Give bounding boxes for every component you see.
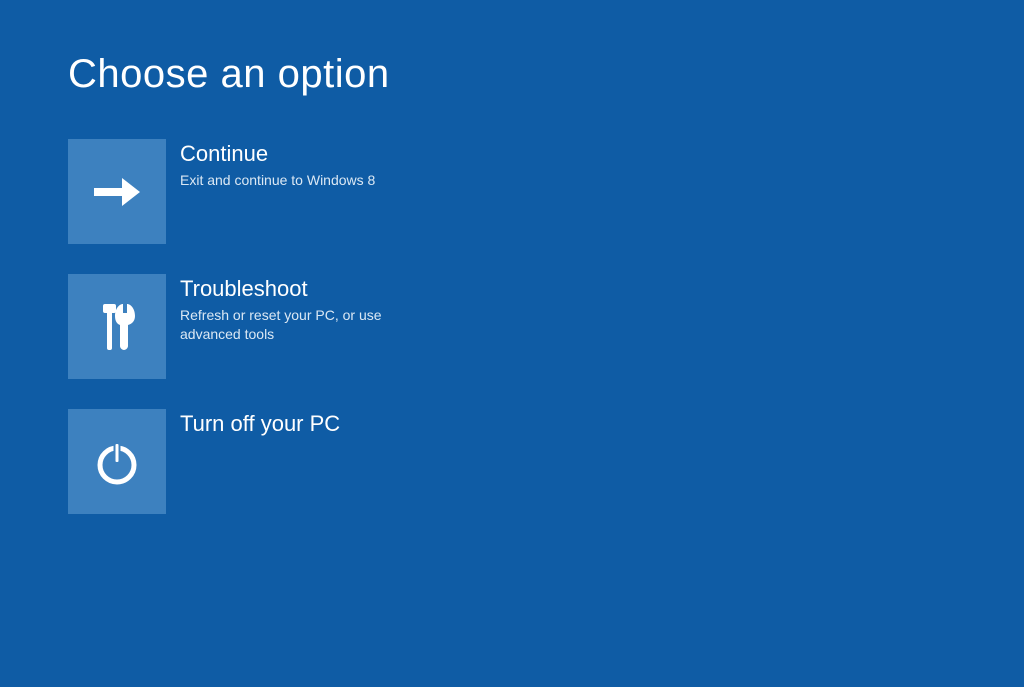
page-title: Choose an option xyxy=(0,0,1024,97)
troubleshoot-option[interactable]: Troubleshoot Refresh or reset your PC, o… xyxy=(68,274,463,379)
arrow-right-icon xyxy=(68,139,166,244)
turn-off-text: Turn off your PC xyxy=(166,409,340,441)
continue-title: Continue xyxy=(180,141,375,167)
continue-description: Exit and continue to Windows 8 xyxy=(180,171,375,190)
options-list: Continue Exit and continue to Windows 8 … xyxy=(0,97,1024,514)
power-icon xyxy=(68,409,166,514)
troubleshoot-title: Troubleshoot xyxy=(180,276,400,302)
continue-option[interactable]: Continue Exit and continue to Windows 8 xyxy=(68,139,463,244)
turn-off-option[interactable]: Turn off your PC xyxy=(68,409,463,514)
turn-off-title: Turn off your PC xyxy=(180,411,340,437)
tools-icon xyxy=(68,274,166,379)
troubleshoot-description: Refresh or reset your PC, or use advance… xyxy=(180,306,400,344)
troubleshoot-text: Troubleshoot Refresh or reset your PC, o… xyxy=(166,274,400,344)
continue-text: Continue Exit and continue to Windows 8 xyxy=(166,139,375,190)
